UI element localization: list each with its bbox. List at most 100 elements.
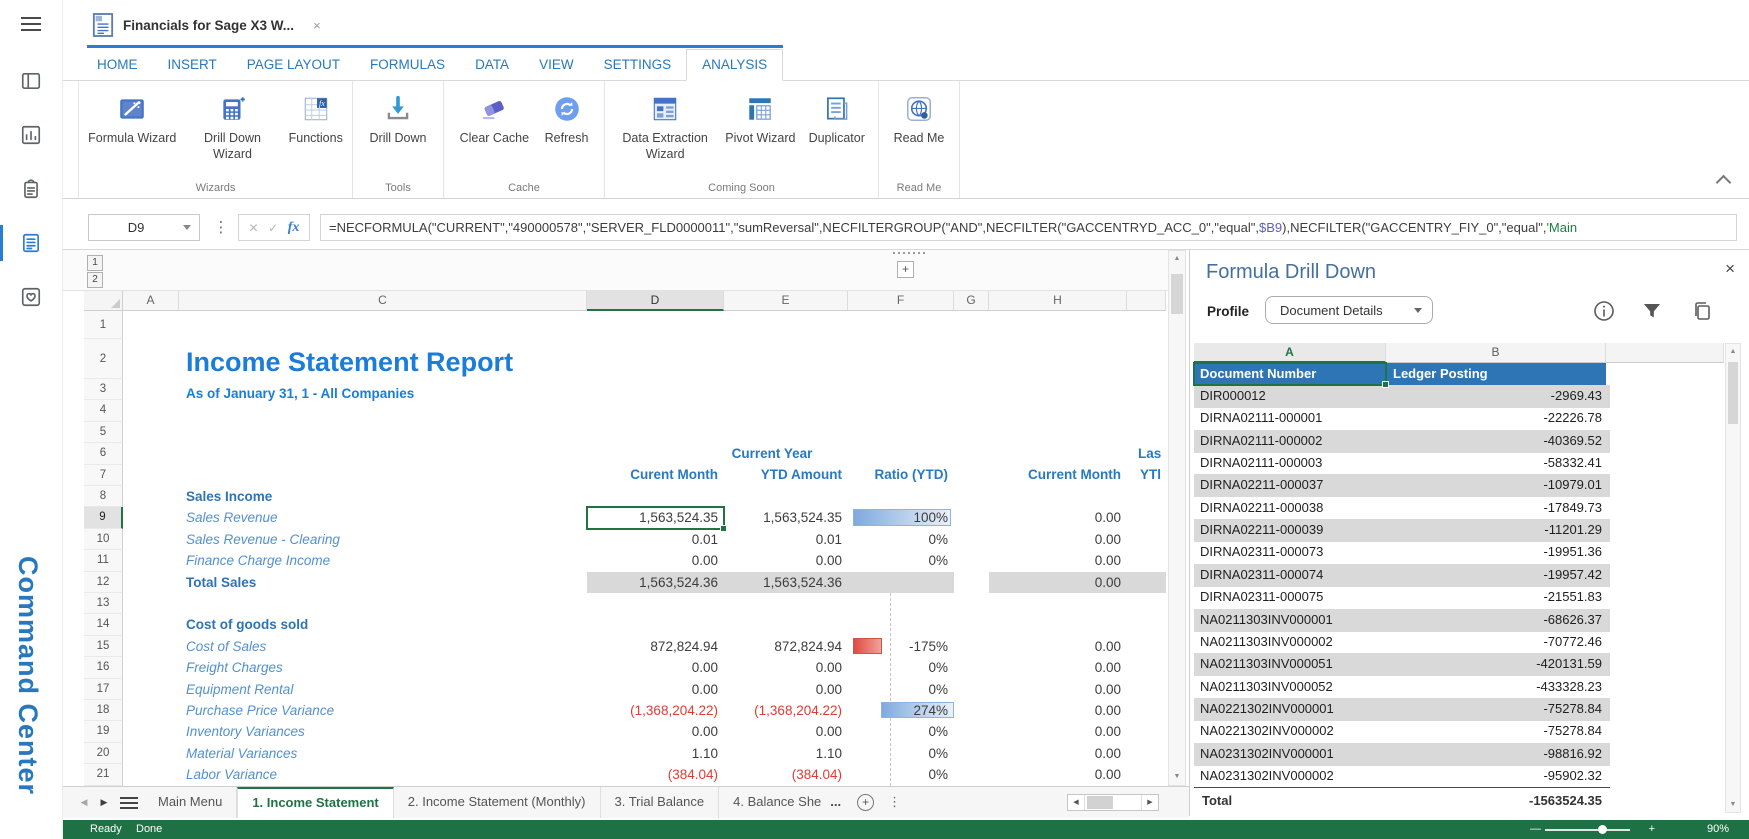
scrollbar-thumb[interactable] <box>1728 362 1738 424</box>
add-sheet-button[interactable]: + <box>857 794 874 811</box>
cell-C21[interactable]: Labor Variance <box>186 764 584 785</box>
sheet-tab-2-income-statement-monthly[interactable]: 2. Income Statement (Monthly) <box>394 787 601 818</box>
row-header-4[interactable]: 4 <box>84 400 123 421</box>
scroll-up-icon[interactable]: ▲ <box>1726 344 1740 359</box>
cell-H19[interactable]: 0.00 <box>989 721 1127 742</box>
drilldown-row-2[interactable]: DIRNA02111-000002-40369.52 <box>1194 430 1610 453</box>
cell-F18[interactable]: 274% <box>848 700 954 721</box>
cell-F11[interactable]: 0% <box>848 550 954 571</box>
cell-F17[interactable]: 0% <box>848 679 954 700</box>
menu-icon[interactable] <box>21 17 41 33</box>
header-ratio-ytd[interactable]: Ratio (YTD) <box>848 467 948 482</box>
cell-H18[interactable]: 0.00 <box>989 700 1127 721</box>
scroll-down-icon[interactable]: ▼ <box>1169 769 1185 785</box>
cell-C8[interactable]: Sales Income <box>186 486 584 507</box>
sheet-tab-1-income-statement[interactable]: 1. Income Statement <box>237 787 393 818</box>
cell-H11[interactable]: 0.00 <box>989 550 1127 571</box>
document-number-cell[interactable]: NA0211303INV000002 <box>1194 631 1386 654</box>
document-number-cell[interactable]: NA0211303INV000052 <box>1194 676 1386 699</box>
cell-H17[interactable]: 0.00 <box>989 679 1127 700</box>
table-header-document-number[interactable]: Document Number <box>1194 363 1386 385</box>
column-header-F[interactable]: F <box>848 291 954 311</box>
expand-columns-button[interactable]: + <box>897 261 914 278</box>
header-current-year[interactable]: Current Year <box>602 446 942 461</box>
sheet-tab-main-menu[interactable]: Main Menu <box>144 787 237 818</box>
row-header-8[interactable]: 8 <box>84 486 123 507</box>
layout-icon[interactable] <box>16 66 46 96</box>
tab-kebab-icon[interactable] <box>881 787 908 818</box>
zoom-slider-track[interactable] <box>1545 829 1630 831</box>
drilldown-row-0[interactable]: DIR000012-2969.43 <box>1194 385 1610 408</box>
row-header-7[interactable]: 7 <box>84 465 123 486</box>
drilldown-row-8[interactable]: DIRNA02311-000074-19957.42 <box>1194 564 1610 587</box>
cell-E9[interactable]: 1,563,524.35 <box>724 507 848 528</box>
cell-H12[interactable]: 0.00 <box>989 572 1127 593</box>
cell-C18[interactable]: Purchase Price Variance <box>186 700 584 721</box>
row-header-1[interactable]: 1 <box>84 311 123 339</box>
ledger-posting-cell[interactable]: -95902.32 <box>1386 765 1602 787</box>
drilldown-row-16[interactable]: NA0231302INV000001-98816.92 <box>1194 743 1610 766</box>
cell-D18[interactable]: (1,368,204.22) <box>587 700 724 721</box>
drilldown-row-14[interactable]: NA0221302INV000001-75278.84 <box>1194 698 1610 721</box>
row-header-19[interactable]: 19 <box>84 721 123 742</box>
ledger-posting-cell[interactable]: -21551.83 <box>1386 586 1602 608</box>
row-header-14[interactable]: 14 <box>84 614 123 635</box>
document-number-cell[interactable]: DIRNA02211-000038 <box>1194 497 1386 520</box>
drilldown-total-row[interactable]: Total -1563524.35 <box>1194 787 1610 814</box>
ledger-posting-cell[interactable]: -433328.23 <box>1386 676 1602 698</box>
row-header-15[interactable]: 15 <box>84 636 123 657</box>
document-number-cell[interactable]: DIRNA02111-000002 <box>1194 430 1386 453</box>
info-icon[interactable] <box>1593 300 1617 324</box>
ledger-posting-cell[interactable]: -19957.42 <box>1386 564 1602 586</box>
ledger-posting-cell[interactable]: -58332.41 <box>1386 452 1602 474</box>
document-number-cell[interactable]: DIRNA02111-000003 <box>1194 452 1386 475</box>
drilldown-row-3[interactable]: DIRNA02111-000003-58332.41 <box>1194 452 1610 475</box>
row-header-12[interactable]: 12 <box>84 572 123 593</box>
cell-C9[interactable]: Sales Revenue <box>186 507 584 528</box>
drilldown-row-17[interactable]: NA0231302INV000002-95902.32 <box>1194 765 1610 788</box>
cell-E18[interactable]: (1,368,204.22) <box>724 700 848 721</box>
cell-F12[interactable] <box>848 572 954 593</box>
close-icon[interactable]: × <box>1725 259 1735 279</box>
ledger-posting-cell[interactable]: -70772.46 <box>1386 631 1602 653</box>
document-number-cell[interactable]: DIRNA02211-000039 <box>1194 519 1386 542</box>
cell-H16[interactable]: 0.00 <box>989 657 1127 678</box>
scroll-right-icon[interactable] <box>1141 795 1158 810</box>
drilldown-row-11[interactable]: NA0211303INV000002-70772.46 <box>1194 631 1610 654</box>
header-ytd-amount[interactable]: YTD Amount <box>724 467 842 482</box>
cell-E12[interactable]: 1,563,524.36 <box>724 572 848 593</box>
heart-icon[interactable] <box>16 282 46 312</box>
zoom-slider-thumb[interactable] <box>1598 825 1607 834</box>
row-header-6[interactable]: 6 <box>84 443 123 464</box>
splitter-handle[interactable] <box>893 252 926 254</box>
tab-overflow-indicator[interactable]: ... <box>821 787 850 818</box>
sheet-tab-4-balance-she[interactable]: 4. Balance She <box>719 787 821 818</box>
cell-D9[interactable]: 1,563,524.35 <box>587 507 724 528</box>
cell-F19[interactable]: 0% <box>848 721 954 742</box>
zoom-percentage[interactable]: 90% <box>1707 820 1729 839</box>
clipboard-icon[interactable] <box>16 174 46 204</box>
ledger-posting-cell[interactable]: -420131.59 <box>1386 653 1602 675</box>
document-number-cell[interactable]: NA0231302INV000002 <box>1194 765 1386 788</box>
ledger-posting-cell[interactable]: -68626.37 <box>1386 609 1602 631</box>
cell-F9[interactable]: 100% <box>848 507 954 528</box>
cell-C15[interactable]: Cost of Sales <box>186 636 584 657</box>
cell-C16[interactable]: Freight Charges <box>186 657 584 678</box>
scrollbar-track[interactable] <box>1085 795 1141 810</box>
row-header-20[interactable]: 20 <box>84 743 123 764</box>
cell-H9[interactable]: 0.00 <box>989 507 1127 528</box>
scrollbar-thumb[interactable] <box>1087 796 1113 809</box>
drilldown-row-9[interactable]: DIRNA02311-000075-21551.83 <box>1194 586 1610 609</box>
row-header-17[interactable]: 17 <box>84 679 123 700</box>
column-header-D[interactable]: D <box>587 291 724 311</box>
header-current-month-2[interactable]: Current Month <box>989 467 1121 482</box>
cell-F21[interactable]: 0% <box>848 764 954 785</box>
sheet-list-icon[interactable] <box>114 787 144 818</box>
document-number-cell[interactable]: DIR000012 <box>1194 385 1386 408</box>
document-number-cell[interactable]: DIRNA02111-000001 <box>1194 407 1386 430</box>
report-icon[interactable] <box>16 228 46 258</box>
outline-level-1-button[interactable]: 1 <box>87 255 103 271</box>
cell-D16[interactable]: 0.00 <box>587 657 724 678</box>
ledger-posting-cell[interactable]: -75278.84 <box>1386 698 1602 720</box>
zoom-in-button[interactable]: + <box>1649 820 1655 839</box>
